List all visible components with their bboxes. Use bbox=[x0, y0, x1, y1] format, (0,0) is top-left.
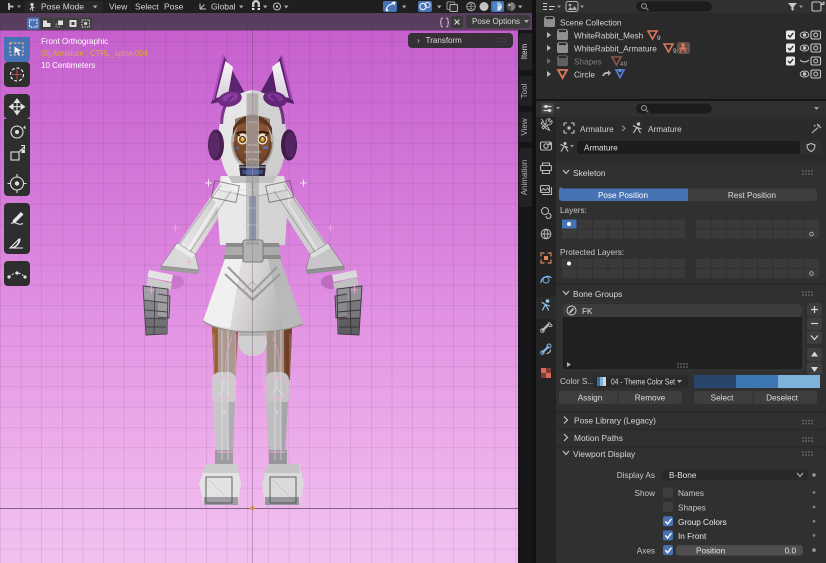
svg-text:Layers:: Layers: bbox=[560, 206, 587, 215]
svg-text:Select: Select bbox=[711, 394, 734, 403]
svg-text:In Front: In Front bbox=[678, 532, 707, 541]
svg-text:Armature: Armature bbox=[580, 125, 614, 134]
svg-text:Assign: Assign bbox=[578, 394, 603, 403]
svg-text:View: View bbox=[520, 118, 529, 135]
svg-text:Axes: Axes bbox=[637, 547, 655, 556]
svg-text:Group Colors: Group Colors bbox=[678, 518, 727, 527]
svg-text:WhiteRabbit_Armature: WhiteRabbit_Armature bbox=[574, 45, 657, 54]
svg-text:Scene Collection: Scene Collection bbox=[560, 19, 622, 28]
svg-text:Motion Paths: Motion Paths bbox=[574, 433, 623, 443]
svg-text:0.0: 0.0 bbox=[785, 547, 797, 556]
svg-text:Display As: Display As bbox=[617, 471, 655, 480]
svg-text:Armature: Armature bbox=[648, 125, 682, 134]
svg-text:04 - Theme Color Set: 04 - Theme Color Set bbox=[611, 378, 676, 387]
svg-text:Y: Y bbox=[275, 410, 280, 417]
svg-text:Circle: Circle bbox=[574, 71, 595, 80]
svg-text:Select: Select bbox=[135, 2, 159, 12]
svg-text:B-Bone: B-Bone bbox=[669, 471, 697, 480]
svg-text:Shapes: Shapes bbox=[574, 58, 602, 67]
svg-text:Pose Library (Legacy): Pose Library (Legacy) bbox=[574, 416, 656, 426]
svg-text:Pose Mode: Pose Mode bbox=[41, 2, 84, 12]
svg-text:9: 9 bbox=[657, 35, 661, 42]
svg-text:Position: Position bbox=[696, 547, 726, 556]
svg-text:Protected Layers:: Protected Layers: bbox=[560, 248, 624, 257]
svg-text:Rest Position: Rest Position bbox=[728, 191, 777, 200]
svg-text:Show: Show bbox=[635, 489, 656, 498]
svg-text:49: 49 bbox=[620, 61, 628, 68]
svg-text:Global: Global bbox=[211, 2, 236, 12]
svg-text:Animation: Animation bbox=[520, 160, 529, 196]
svg-text:9: 9 bbox=[673, 48, 677, 55]
svg-text:FK: FK bbox=[582, 307, 593, 316]
svg-text:Tool: Tool bbox=[520, 83, 529, 98]
svg-text:Color S...: Color S... bbox=[560, 377, 594, 386]
svg-text:Armature: Armature bbox=[584, 144, 618, 153]
svg-text:Viewport Display: Viewport Display bbox=[573, 449, 636, 459]
svg-text:Bone Groups: Bone Groups bbox=[573, 289, 622, 299]
svg-text:Skeleton: Skeleton bbox=[573, 168, 606, 178]
svg-text:Pose Position: Pose Position bbox=[598, 191, 649, 200]
svg-text:Deselect: Deselect bbox=[766, 394, 799, 403]
svg-text:Remove: Remove bbox=[635, 394, 666, 403]
svg-text:Shapes: Shapes bbox=[678, 504, 706, 513]
svg-text:View: View bbox=[109, 2, 128, 12]
svg-text:Y: Y bbox=[222, 410, 227, 417]
svg-text:Pose: Pose bbox=[164, 2, 184, 12]
svg-text:Names: Names bbox=[678, 489, 704, 498]
svg-text:Item: Item bbox=[520, 43, 529, 59]
svg-text:WhiteRabbit_Mesh: WhiteRabbit_Mesh bbox=[574, 32, 644, 41]
